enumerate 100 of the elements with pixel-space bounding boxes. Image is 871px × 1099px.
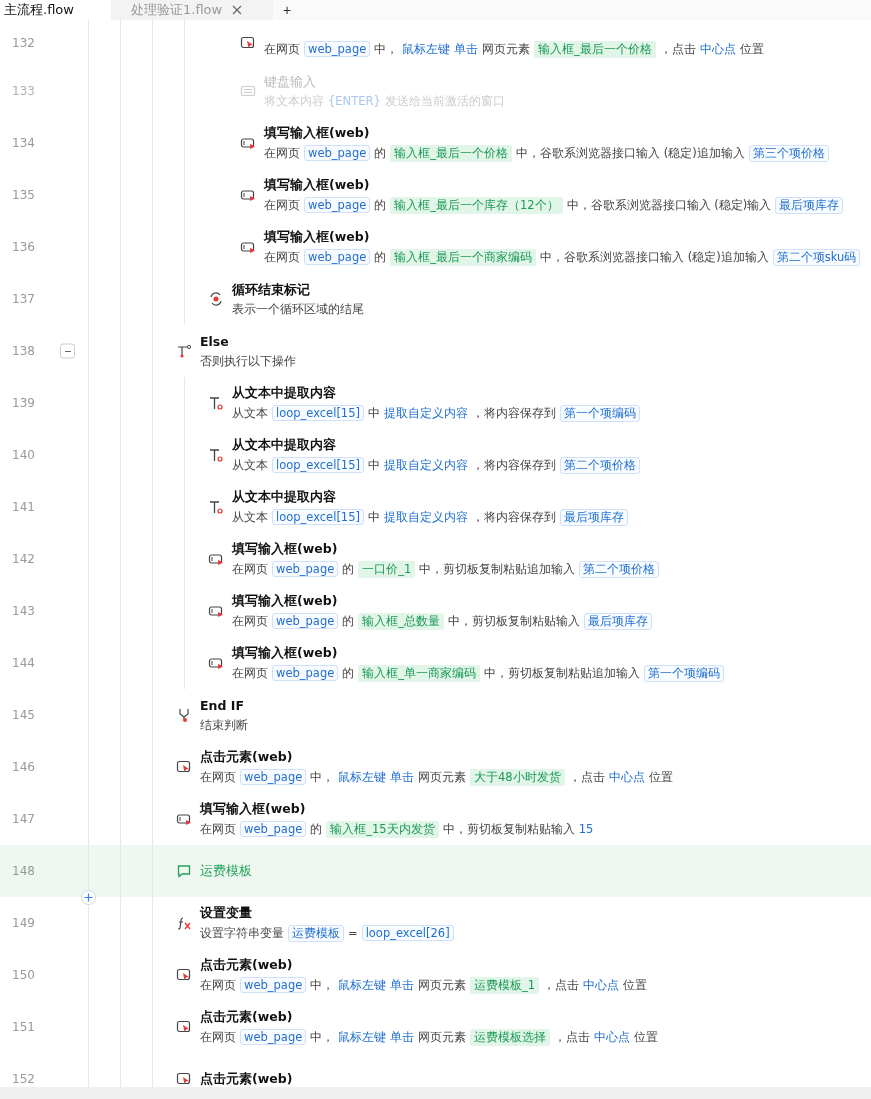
step-text: ，点击: [568, 769, 605, 785]
step-text: 网页元素: [417, 977, 466, 993]
variable-chip[interactable]: 最后项库存: [560, 508, 628, 526]
step-text: 的: [374, 197, 387, 213]
file-tab[interactable]: 主流程.flow: [0, 0, 111, 20]
element-chip[interactable]: 运费模板选择: [469, 1028, 550, 1046]
element-chip[interactable]: 输入框_单一商家编码: [358, 664, 480, 682]
line-number: 132: [12, 35, 35, 50]
step-text: 在网页: [200, 821, 236, 837]
keyword-text[interactable]: 鼠标左键 单击: [338, 1029, 414, 1045]
file-tab[interactable]: 处理验证1.flow: [111, 0, 273, 20]
step-text: 从文本: [232, 457, 268, 473]
keyword-text[interactable]: 鼠标左键 单击: [338, 977, 414, 993]
element-chip[interactable]: 输入框_15天内发货: [326, 820, 439, 838]
line-number: 147: [12, 812, 35, 826]
keyword-text[interactable]: 中心点: [608, 769, 645, 785]
keyword-text[interactable]: 鼠标左键 单击: [338, 769, 414, 785]
variable-chip[interactable]: loop_excel[15]: [272, 405, 364, 421]
new-tab-button[interactable]: +: [273, 2, 302, 18]
line-number: 151: [12, 1020, 35, 1034]
step-text: 在网页: [264, 145, 300, 161]
variable-chip[interactable]: web_page: [240, 821, 307, 837]
element-chip[interactable]: 运费模板_1: [469, 976, 539, 994]
text-search-icon: [208, 395, 224, 411]
step-title: 点击元素(web): [200, 956, 294, 974]
step-text: 中，: [310, 1029, 335, 1045]
keyword-text[interactable]: 中心点: [699, 41, 736, 57]
step-text: 在网页: [232, 561, 268, 577]
step-text: 在网页: [232, 613, 268, 629]
element-chip[interactable]: 输入框_最后一个价格: [533, 40, 656, 58]
element-chip[interactable]: 大于48小时发货: [469, 768, 565, 786]
variable-chip[interactable]: 最后项库存: [584, 612, 652, 630]
step-text: 的: [342, 561, 355, 577]
variable-chip[interactable]: web_page: [272, 561, 339, 577]
variable-chip[interactable]: 第一个项编码: [560, 404, 640, 422]
step-title: Else: [200, 333, 230, 351]
keyword-text[interactable]: 15: [578, 822, 594, 836]
variable-chip[interactable]: loop_excel[15]: [272, 457, 364, 473]
line-number: 145: [12, 708, 35, 722]
step-text: 否则执行以下操作: [200, 353, 296, 369]
step-text: ，将内容保存到: [472, 509, 556, 525]
line-number: 135: [12, 188, 35, 202]
element-chip[interactable]: 一口价_1: [358, 560, 416, 578]
variable-chip[interactable]: loop_excel[15]: [272, 509, 364, 525]
plus-icon: [84, 893, 93, 902]
line-number: 140: [12, 448, 35, 462]
step-title: 循环结束标记: [232, 281, 311, 299]
branch-icon: [176, 343, 192, 359]
line-number: 144: [12, 656, 35, 670]
variable-chip[interactable]: web_page: [240, 769, 307, 785]
close-icon[interactable]: [232, 5, 243, 15]
variable-chip[interactable]: 第二个项价格: [560, 456, 640, 474]
step-text: 从文本: [232, 509, 268, 525]
variable-chip[interactable]: 第三个项价格: [748, 144, 829, 162]
step-title: 从文本中提取内容: [232, 436, 337, 454]
step-text: 网页元素: [481, 41, 530, 57]
collapse-button[interactable]: [60, 343, 75, 359]
variable-chip[interactable]: web_page: [304, 197, 371, 213]
keyword-text[interactable]: 提取自定义内容: [384, 509, 468, 525]
variable-chip[interactable]: 第二个项sku码: [772, 248, 861, 266]
line-number: 148: [12, 864, 35, 878]
step-text: 在网页: [200, 1029, 236, 1045]
merge-icon: [176, 707, 192, 723]
line-number: 136: [12, 240, 35, 254]
keyword-text[interactable]: 提取自定义内容: [384, 405, 468, 421]
step-title: 填写输入框(web): [232, 644, 339, 662]
variable-chip[interactable]: 第二个项价格: [579, 560, 660, 578]
variable-chip[interactable]: web_page: [304, 41, 371, 57]
add-step-button[interactable]: [81, 890, 96, 905]
element-chip[interactable]: 输入框_最后一个库存（12个）: [390, 196, 563, 214]
keyword-text[interactable]: 提取自定义内容: [384, 457, 468, 473]
element-chip[interactable]: 输入框_总数量: [358, 612, 444, 630]
step-title: 从文本中提取内容: [232, 488, 337, 506]
step-title: 填写输入框(web): [264, 228, 371, 246]
variable-chip[interactable]: web_page: [272, 665, 339, 681]
step-title: End IF: [200, 697, 245, 715]
keyword-text[interactable]: 中心点: [583, 977, 619, 993]
variable-chip[interactable]: loop_excel[26]: [361, 925, 454, 941]
step-title: 点击元素(web): [200, 1008, 294, 1026]
comment-icon: [176, 863, 192, 879]
step-text: 从文本: [232, 405, 268, 421]
step-title: 填写输入框(web): [232, 592, 339, 610]
step-text: 网页元素: [417, 1029, 466, 1045]
variable-chip[interactable]: web_page: [240, 1029, 307, 1045]
element-chip[interactable]: 输入框_最后一个价格: [390, 144, 512, 162]
variable-chip[interactable]: 运费模板: [288, 924, 344, 942]
variable-chip[interactable]: web_page: [304, 145, 371, 161]
element-chip[interactable]: 输入框_最后一个商家编码: [390, 248, 536, 266]
step-text: 在网页: [232, 665, 268, 681]
keyword-text[interactable]: 鼠标左键 单击: [402, 41, 478, 57]
keyword-text[interactable]: 中心点: [593, 1029, 630, 1045]
cursor-click-icon: [176, 1019, 192, 1035]
step-text: 的: [374, 145, 387, 161]
step-text: 中: [368, 457, 380, 473]
variable-chip[interactable]: web_page: [240, 977, 307, 993]
variable-chip[interactable]: 第一个项编码: [644, 664, 724, 682]
step-title: 点击元素(web): [200, 748, 294, 766]
variable-chip[interactable]: web_page: [304, 249, 371, 265]
variable-chip[interactable]: 最后项库存: [775, 196, 844, 214]
variable-chip[interactable]: web_page: [272, 613, 339, 629]
